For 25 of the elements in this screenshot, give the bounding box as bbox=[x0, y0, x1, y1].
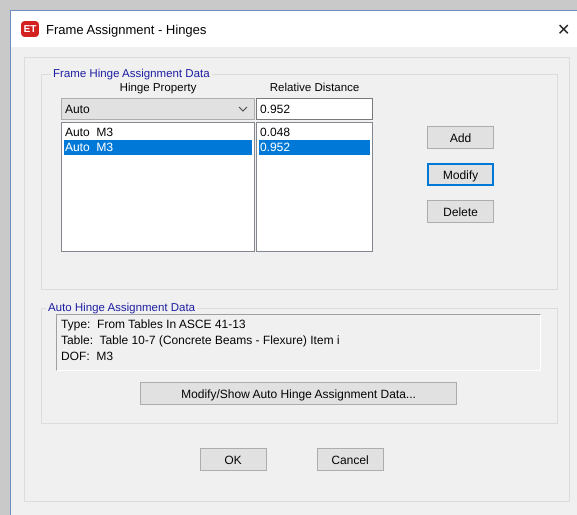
action-button[interactable]: Delete bbox=[427, 200, 494, 223]
property-list[interactable]: Auto M3 Auto M3 bbox=[61, 122, 255, 252]
window-title: Frame Assignment - Hinges bbox=[46, 22, 208, 36]
list-item[interactable]: Auto M3 bbox=[64, 125, 252, 140]
column-header: Relative Distance bbox=[268, 81, 360, 96]
info-line: Table: Table 10-7 (Concrete Beams - Flexure) Item i bbox=[61, 332, 341, 348]
close-button[interactable]: ✕ bbox=[557, 20, 577, 38]
action-button[interactable]: Modify bbox=[427, 163, 494, 186]
info-line: DOF: M3 bbox=[61, 348, 114, 364]
modify-show-button[interactable]: Modify/Show Auto Hinge Assignment Data... bbox=[140, 382, 457, 405]
list-item[interactable]: 0.048 bbox=[259, 125, 370, 140]
info-line: Type: From Tables In ASCE 41-13 bbox=[61, 316, 247, 332]
dialog-button[interactable]: OK bbox=[200, 448, 266, 471]
relative-distance-field[interactable]: 0.952 bbox=[256, 98, 373, 120]
distance-list[interactable]: 0.048 0.952 bbox=[256, 122, 373, 252]
group-title: Auto Hinge Assignment Data bbox=[47, 302, 196, 314]
list-item[interactable]: Auto M3 bbox=[64, 140, 252, 155]
list-item[interactable]: 0.952 bbox=[259, 140, 370, 155]
action-button[interactable]: Add bbox=[427, 126, 494, 149]
group-title: Frame Hinge Assignment Data bbox=[52, 68, 211, 80]
hinge-property-dropdown[interactable]: Auto bbox=[61, 98, 255, 120]
dialog-button[interactable]: Cancel bbox=[316, 448, 384, 471]
chevron-down-icon bbox=[238, 106, 248, 112]
column-header: Hinge Property bbox=[118, 81, 198, 96]
app-logo-icon: ET bbox=[21, 21, 39, 37]
